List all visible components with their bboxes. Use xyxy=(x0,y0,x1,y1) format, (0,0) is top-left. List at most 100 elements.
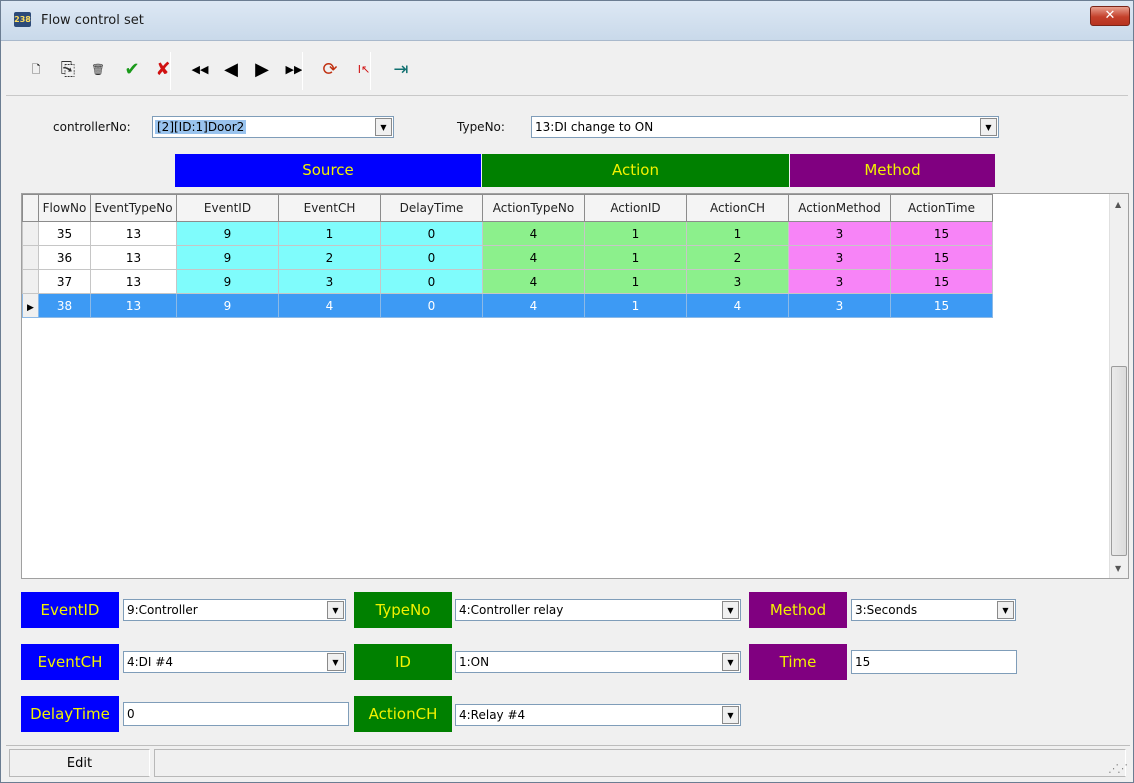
method-band: Method xyxy=(790,154,995,187)
table-cell[interactable]: 3 xyxy=(788,293,891,318)
table-cell[interactable]: 13 xyxy=(90,269,177,294)
table-cell[interactable]: 1 xyxy=(584,293,687,318)
table-cell[interactable]: 2 xyxy=(278,245,381,270)
table-cell[interactable]: 13 xyxy=(90,245,177,270)
column-header[interactable]: EventTypeNo xyxy=(90,194,177,222)
table-cell[interactable]: 1 xyxy=(584,221,687,246)
table-row[interactable]: ▶ 38 13 9 4 0 4 1 4 3 15 xyxy=(22,293,993,318)
exit-button[interactable]: ⇥ xyxy=(389,58,413,82)
table-cell[interactable]: 0 xyxy=(380,221,483,246)
table-cell[interactable]: 38 xyxy=(38,293,91,318)
new-record-button[interactable]: 🗋 xyxy=(24,58,48,82)
new-document-icon: 🗋 xyxy=(31,63,41,76)
table-cell[interactable]: 4 xyxy=(482,245,585,270)
table-cell[interactable]: 9 xyxy=(176,221,279,246)
column-header[interactable]: ActionCH xyxy=(686,194,789,222)
row-indicator[interactable] xyxy=(22,245,39,270)
table-cell[interactable]: 9 xyxy=(176,293,279,318)
scroll-down-icon[interactable]: ▼ xyxy=(1115,564,1121,573)
chevron-down-icon[interactable]: ▼ xyxy=(997,601,1014,619)
table-cell[interactable]: 0 xyxy=(380,293,483,318)
row-indicator[interactable] xyxy=(22,269,39,294)
id-label: ID xyxy=(354,644,452,680)
table-cell[interactable]: 3 xyxy=(278,269,381,294)
table-row[interactable]: 35 13 9 1 0 4 1 1 3 15 xyxy=(22,221,993,246)
column-header[interactable]: EventID xyxy=(176,194,279,222)
flow-grid[interactable]: FlowNo EventTypeNo EventID EventCH DelayTime… xyxy=(21,193,1129,579)
resize-grip-icon[interactable]: ⋰⋰ xyxy=(1108,762,1128,775)
type-no-select[interactable]: 4:Controller relay ▼ xyxy=(455,599,741,621)
table-cell[interactable]: 1 xyxy=(584,245,687,270)
chevron-down-icon[interactable]: ▼ xyxy=(722,601,739,619)
table-cell[interactable]: 4 xyxy=(482,221,585,246)
table-cell[interactable]: 0 xyxy=(380,269,483,294)
table-cell[interactable]: 1 xyxy=(686,221,789,246)
column-header[interactable]: ActionMethod xyxy=(788,194,891,222)
id-select[interactable]: 1:ON ▼ xyxy=(455,651,741,673)
title-bar[interactable]: 238 Flow control set ✕ xyxy=(1,1,1133,41)
next-record-button[interactable]: ▶ xyxy=(250,58,274,82)
chevron-down-icon[interactable]: ▼ xyxy=(722,706,739,724)
chevron-down-icon[interactable]: ▼ xyxy=(375,118,392,136)
table-row[interactable]: 36 13 9 2 0 4 1 2 3 15 xyxy=(22,245,993,270)
table-cell[interactable]: 4 xyxy=(278,293,381,318)
scroll-thumb[interactable] xyxy=(1111,366,1127,556)
row-indicator[interactable] xyxy=(22,221,39,246)
row-indicator[interactable]: ▶ xyxy=(22,293,39,318)
table-cell[interactable]: 37 xyxy=(38,269,91,294)
table-cell[interactable]: 4 xyxy=(482,293,585,318)
scroll-up-icon[interactable]: ▲ xyxy=(1115,200,1121,209)
column-header[interactable]: FlowNo xyxy=(38,194,91,222)
post-button[interactable]: ✔ xyxy=(120,58,144,82)
table-cell[interactable]: 15 xyxy=(890,293,993,318)
app-icon: 238 xyxy=(14,12,31,27)
column-header[interactable]: ActionTypeNo xyxy=(482,194,585,222)
action-ch-select[interactable]: 4:Relay #4 ▼ xyxy=(455,704,741,726)
prior-record-button[interactable]: ◀ xyxy=(219,58,243,82)
table-row[interactable]: 37 13 9 3 0 4 1 3 3 15 xyxy=(22,269,993,294)
table-cell[interactable]: 1 xyxy=(584,269,687,294)
delete-record-button[interactable]: 🗑 xyxy=(86,58,110,82)
table-cell[interactable]: 9 xyxy=(176,245,279,270)
chevron-down-icon[interactable]: ▼ xyxy=(980,118,997,136)
table-cell[interactable]: 3 xyxy=(788,269,891,294)
table-cell[interactable]: 9 xyxy=(176,269,279,294)
vertical-scrollbar[interactable]: ▲ ▼ xyxy=(1109,194,1128,578)
close-button[interactable]: ✕ xyxy=(1090,6,1130,26)
type-select[interactable]: 13:DI change to ON ▼ xyxy=(531,116,999,138)
table-cell[interactable]: 15 xyxy=(890,245,993,270)
copy-record-button[interactable]: ⎘ xyxy=(56,58,80,82)
cancel-button[interactable]: ✘ xyxy=(151,58,175,82)
table-cell[interactable]: 36 xyxy=(38,245,91,270)
column-header[interactable]: ActionID xyxy=(584,194,687,222)
table-cell[interactable]: 15 xyxy=(890,221,993,246)
table-cell[interactable]: 35 xyxy=(38,221,91,246)
table-cell[interactable]: 13 xyxy=(90,221,177,246)
edit-cursor-button[interactable]: I↖ xyxy=(352,58,376,82)
table-cell[interactable]: 3 xyxy=(788,221,891,246)
table-cell[interactable]: 15 xyxy=(890,269,993,294)
event-id-select[interactable]: 9:Controller ▼ xyxy=(123,599,346,621)
table-cell[interactable]: 3 xyxy=(686,269,789,294)
column-header[interactable]: ActionTime xyxy=(890,194,993,222)
table-cell[interactable]: 4 xyxy=(686,293,789,318)
table-cell[interactable]: 1 xyxy=(278,221,381,246)
event-ch-select[interactable]: 4:DI #4 ▼ xyxy=(123,651,346,673)
column-header[interactable]: EventCH xyxy=(278,194,381,222)
chevron-down-icon[interactable]: ▼ xyxy=(327,601,344,619)
chevron-down-icon[interactable]: ▼ xyxy=(327,653,344,671)
controller-select[interactable]: [2][ID:1]Door2 ▼ xyxy=(152,116,394,138)
chevron-down-icon[interactable]: ▼ xyxy=(722,653,739,671)
column-header[interactable]: DelayTime xyxy=(380,194,483,222)
table-cell[interactable]: 3 xyxy=(788,245,891,270)
table-cell[interactable]: 13 xyxy=(90,293,177,318)
table-cell[interactable]: 2 xyxy=(686,245,789,270)
refresh-button[interactable]: ⟳ xyxy=(318,58,342,82)
method-select[interactable]: 3:Seconds ▼ xyxy=(851,599,1016,621)
time-input[interactable]: 15 xyxy=(851,650,1017,674)
status-mode: Edit xyxy=(9,749,150,777)
first-record-button[interactable]: ◀◀ xyxy=(188,58,212,82)
table-cell[interactable]: 0 xyxy=(380,245,483,270)
table-cell[interactable]: 4 xyxy=(482,269,585,294)
delay-time-input[interactable]: 0 xyxy=(123,702,349,726)
